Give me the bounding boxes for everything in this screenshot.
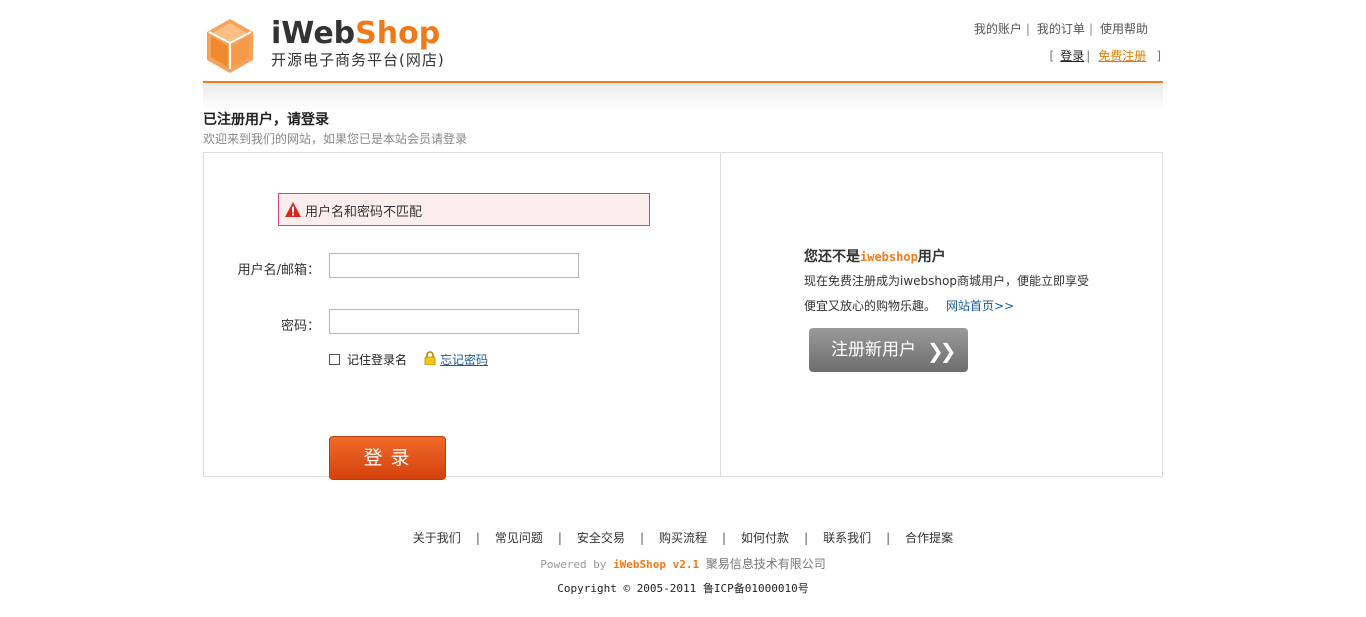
username-input[interactable]	[329, 253, 579, 278]
footer-link-cooperation[interactable]: 合作提案	[905, 531, 953, 545]
footer-separator: |	[475, 531, 480, 545]
register-new-user-button[interactable]: 注册新用户 ❯❯	[809, 328, 968, 372]
nav-my-account[interactable]: 我的账户	[974, 22, 1022, 36]
double-chevron-right-icon: ❯❯	[927, 339, 956, 363]
register-description-line2-text: 便宜又放心的购物乐趣。	[804, 299, 937, 313]
password-input[interactable]	[329, 309, 579, 334]
login-button[interactable]: 登录	[329, 436, 446, 480]
footer-separator: |	[557, 531, 562, 545]
copyright: Copyright © 2005-2011 鲁ICP备01000010号	[557, 582, 809, 595]
login-panel: 用户名和密码不匹配 用户名/邮箱： 密码： 记住登录名 忘记密码 登录 您还不是…	[203, 152, 1163, 480]
forgot-password-link[interactable]: 忘记密码	[440, 351, 488, 368]
nav-separator: |	[1025, 22, 1030, 36]
register-title-prefix: 您还不是	[804, 249, 860, 265]
auth-separator: |	[1086, 49, 1091, 63]
register-title-brand: iwebshop	[860, 250, 918, 264]
logo-title-web: Web	[281, 16, 356, 51]
nav-help[interactable]: 使用帮助	[1100, 22, 1148, 36]
logo-title-i: i	[271, 16, 282, 51]
powered-brand[interactable]: iWebShop v2.1	[613, 558, 699, 571]
footer-separator: |	[886, 531, 891, 545]
panel-divider	[720, 153, 721, 476]
register-description-line2: 便宜又放心的购物乐趣。 网站首页>>	[804, 297, 1014, 314]
top-nav: 我的账户 | 我的订单 | 使用帮助	[974, 20, 1148, 37]
auth-nav: [ 登录 | 免费注册]	[1050, 47, 1161, 64]
remember-checkbox[interactable]	[329, 354, 340, 365]
bracket-close: ]	[1156, 49, 1161, 63]
footer-separator: |	[804, 531, 809, 545]
footer-separator: |	[722, 531, 727, 545]
footer-link-purchase-flow[interactable]: 购买流程	[659, 531, 707, 545]
error-message-box: 用户名和密码不匹配	[278, 193, 650, 226]
bracket-open: [	[1049, 49, 1055, 63]
company-name: 聚易信息技术有限公司	[705, 557, 826, 571]
password-label: 密码：	[280, 319, 320, 334]
nav-separator: |	[1088, 22, 1093, 36]
nav-my-orders[interactable]: 我的订单	[1037, 22, 1085, 36]
footer-links: 关于我们 | 常见问题 | 安全交易 | 购买流程 | 如何付款 | 联系我们 | 合作提案	[0, 529, 1366, 546]
footer-link-security[interactable]: 安全交易	[577, 531, 625, 545]
page-title: 已注册用户，请登录	[203, 112, 329, 128]
footer-link-payment[interactable]: 如何付款	[741, 531, 789, 545]
logo-title-shop: Shop	[355, 16, 441, 51]
warning-icon	[285, 202, 301, 217]
home-link[interactable]: 网站首页>>	[946, 299, 1014, 313]
register-link[interactable]: 免费注册	[1098, 49, 1146, 63]
error-message-text: 用户名和密码不匹配	[305, 205, 423, 220]
register-title: 您还不是iwebshop用户	[804, 246, 946, 266]
login-link[interactable]: 登录	[1060, 49, 1084, 63]
register-button-label: 注册新用户	[831, 340, 916, 360]
username-label: 用户名/邮箱：	[237, 263, 320, 278]
powered-prefix: Powered by	[540, 558, 607, 571]
header-shadow	[203, 83, 1163, 111]
logo-subtitle: 开源电子商务平台(网店)	[271, 51, 445, 69]
page-subtitle: 欢迎来到我们的网站，如果您已是本站会员请登录	[203, 132, 468, 146]
footer-link-contact[interactable]: 联系我们	[823, 531, 871, 545]
register-title-suffix: 用户	[917, 249, 946, 265]
lock-icon	[424, 351, 436, 365]
logo-title: iWebShop	[271, 16, 440, 51]
remember-label[interactable]: 记住登录名	[347, 351, 407, 368]
footer-link-faq[interactable]: 常见问题	[495, 531, 543, 545]
cube-logo-icon	[207, 19, 253, 73]
footer-separator: |	[639, 531, 644, 545]
footer-link-about[interactable]: 关于我们	[413, 531, 461, 545]
powered-by: Powered by iWebShop v2.1 聚易信息技术有限公司	[0, 555, 1366, 572]
register-description-line1: 现在免费注册成为iwebshop商城用户，便能立即享受	[804, 274, 1089, 288]
site-logo[interactable]: iWebShop 开源电子商务平台(网店)	[203, 16, 463, 74]
